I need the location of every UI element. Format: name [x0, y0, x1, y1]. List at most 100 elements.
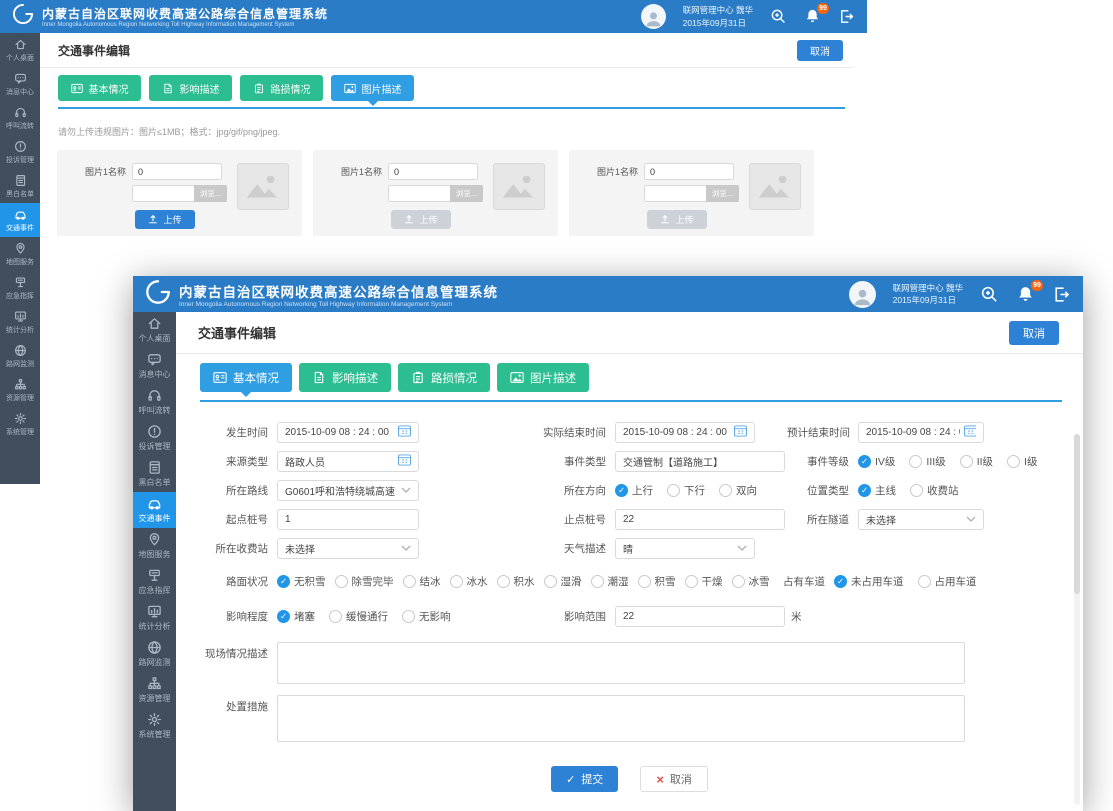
cancel-button[interactable]: × 取消 [640, 766, 708, 792]
avatar[interactable] [849, 281, 876, 308]
radio-option[interactable]: ✓无积雪 [277, 574, 326, 589]
sidebar-item-3[interactable]: 呼叫流转 [0, 101, 40, 135]
upload-button[interactable]: 上传 [135, 210, 194, 229]
tab-impact-desc[interactable]: 影响描述 [149, 75, 232, 101]
radio-option[interactable]: 无影响 [402, 609, 451, 624]
upload-button[interactable]: 上传 [647, 210, 706, 229]
sidebar-item-8[interactable]: 应急指挥 [0, 271, 40, 305]
tunnel-select[interactable]: 未选择 [858, 509, 984, 530]
radio-option[interactable]: 下行 [667, 483, 705, 498]
sidebar-item-6[interactable]: 交通事件 [133, 492, 176, 528]
sidebar-item-4[interactable]: 投诉管理 [133, 420, 176, 456]
file-path-input[interactable] [388, 185, 450, 202]
file-path-input[interactable] [132, 185, 194, 202]
logout-icon[interactable] [838, 8, 855, 25]
cancel-button-top[interactable]: 取消 [1009, 321, 1059, 345]
sidebar-item-9[interactable]: 统计分析 [0, 305, 40, 339]
browse-button[interactable]: 浏览... [194, 185, 227, 202]
occur-time-input[interactable]: 2015-10-09 08 : 24 : 00 [277, 422, 419, 443]
avatar[interactable] [641, 4, 666, 29]
logout-icon[interactable] [1052, 285, 1071, 304]
browse-button[interactable]: 浏览... [450, 185, 483, 202]
tab-basic-info[interactable]: 基本情况 [58, 75, 141, 101]
source-type-input[interactable]: 路政人员 [277, 451, 419, 472]
tab-road-damage[interactable]: 路损情况 [240, 75, 323, 101]
radio-option[interactable]: 除雪完毕 [335, 574, 394, 589]
radio-option[interactable]: 缓慢通行 [329, 609, 388, 624]
sidebar-item-7[interactable]: 地图服务 [133, 528, 176, 564]
image-name-input[interactable] [132, 163, 222, 180]
sidebar-item-11[interactable]: 资源管理 [133, 672, 176, 708]
scrollbar[interactable] [1074, 434, 1080, 805]
radio-option[interactable]: III级 [909, 454, 945, 469]
sidebar-item-12[interactable]: 系统管理 [133, 708, 176, 744]
image-name-input[interactable] [388, 163, 478, 180]
sidebar-item-12[interactable]: 系统管理 [0, 407, 40, 441]
sidebar-item-11[interactable]: 资源管理 [0, 373, 40, 407]
impact-degree-radio-group[interactable]: ✓堵塞缓慢通行无影响 [277, 609, 465, 624]
cancel-button-top[interactable]: 取消 [797, 40, 843, 61]
notification-bell-icon[interactable]: 99 [1016, 285, 1035, 304]
sidebar-item-1[interactable]: 个人桌面 [0, 33, 40, 67]
image-name-input[interactable] [644, 163, 734, 180]
radio-option[interactable]: I级 [1007, 454, 1037, 469]
tab-picture-desc[interactable]: 图片描述 [497, 363, 589, 392]
event-type-input[interactable]: 交通管制【道路施工】 [615, 451, 785, 472]
actual-end-time-input[interactable]: 2015-10-09 08 : 24 : 00 [615, 422, 755, 443]
toll-station-select[interactable]: 未选择 [277, 538, 419, 559]
sidebar-item-2[interactable]: 消息中心 [0, 67, 40, 101]
sidebar-item-5[interactable]: 黑白名单 [0, 169, 40, 203]
event-level-radio-group[interactable]: ✓IV级 III级 II级 I级 [858, 454, 1051, 469]
sidebar-item-4[interactable]: 投诉管理 [0, 135, 40, 169]
radio-option[interactable]: II级 [960, 454, 993, 469]
sidebar-item-8[interactable]: 应急指挥 [133, 564, 176, 600]
sidebar-item-10[interactable]: 路网监测 [133, 636, 176, 672]
radio-option[interactable]: ✓堵塞 [277, 609, 315, 624]
radio-option[interactable]: ✓IV级 [858, 454, 895, 469]
road-surface-radio-group[interactable]: ✓无积雪除雪完毕结冰冰水积水湿滑潮湿积雪干燥冰雪 [277, 574, 779, 589]
scene-description-textarea[interactable] [277, 642, 965, 684]
sidebar-item-2[interactable]: 消息中心 [133, 348, 176, 384]
start-stake-input[interactable]: 1 [277, 509, 419, 530]
sidebar-item-3[interactable]: 呼叫流转 [133, 384, 176, 420]
direction-radio-group[interactable]: ✓上行下行双向 [615, 483, 771, 498]
sidebar-item-5[interactable]: 黑白名单 [133, 456, 176, 492]
radio-option[interactable]: 收费站 [910, 483, 959, 498]
zoom-search-icon[interactable] [770, 8, 787, 25]
tab-road-damage[interactable]: 路损情况 [398, 363, 490, 392]
tab-impact-desc[interactable]: 影响描述 [299, 363, 391, 392]
radio-option[interactable]: 占用车道 [918, 574, 977, 589]
weather-select[interactable]: 晴 [615, 538, 755, 559]
sidebar-item-7[interactable]: 地图服务 [0, 237, 40, 271]
tab-picture-desc[interactable]: 图片描述 [331, 75, 414, 101]
notification-bell-icon[interactable]: 99 [804, 8, 821, 25]
radio-option[interactable]: 潮湿 [591, 574, 629, 589]
impact-range-input[interactable]: 22 [615, 606, 785, 627]
radio-option[interactable]: ✓上行 [615, 483, 653, 498]
route-select[interactable]: G0601呼和浩特绕城高速 [277, 480, 419, 501]
file-path-input[interactable] [644, 185, 706, 202]
zoom-search-icon[interactable] [980, 285, 999, 304]
end-stake-input[interactable]: 22 [615, 509, 785, 530]
scrollbar-thumb[interactable] [1074, 434, 1080, 594]
measures-textarea[interactable] [277, 695, 965, 742]
lane-occupation-radio-group[interactable]: ✓未占用车道占用车道 [834, 574, 991, 589]
upload-button[interactable]: 上传 [391, 210, 450, 229]
radio-option[interactable]: ✓未占用车道 [834, 574, 904, 589]
radio-option[interactable]: 湿滑 [544, 574, 582, 589]
position-type-radio-group[interactable]: ✓主线收费站 [858, 483, 973, 498]
sidebar-item-6[interactable]: 交通事件 [0, 203, 40, 237]
radio-option[interactable]: 结冰 [403, 574, 441, 589]
sidebar-item-9[interactable]: 统计分析 [133, 600, 176, 636]
browse-button[interactable]: 浏览... [706, 185, 739, 202]
submit-button[interactable]: ✓ 提交 [551, 766, 618, 792]
radio-option[interactable]: 积雪 [638, 574, 676, 589]
radio-option[interactable]: 双向 [719, 483, 757, 498]
radio-option[interactable]: 冰水 [450, 574, 488, 589]
radio-option[interactable]: 积水 [497, 574, 535, 589]
tab-basic-info[interactable]: 基本情况 [200, 363, 292, 392]
expected-end-time-input[interactable]: 2015-10-09 08 : 24 : 00 [858, 422, 984, 443]
sidebar-item-10[interactable]: 路网监测 [0, 339, 40, 373]
sidebar-item-1[interactable]: 个人桌面 [133, 312, 176, 348]
radio-option[interactable]: ✓主线 [858, 483, 896, 498]
